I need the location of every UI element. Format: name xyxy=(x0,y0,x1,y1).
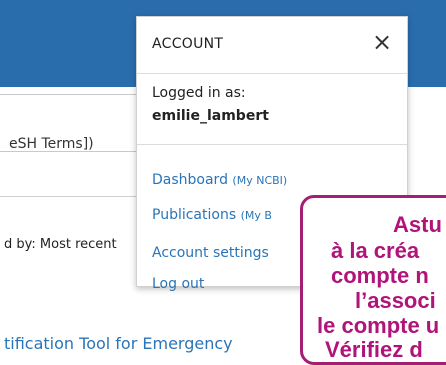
publications-link[interactable]: Publications (My B xyxy=(152,207,272,223)
log-out-link[interactable]: Log out xyxy=(152,276,204,292)
username: emilie_lambert xyxy=(152,108,269,124)
publications-link-suffix: (My B xyxy=(240,209,272,222)
section-divider xyxy=(0,196,140,197)
article-title-link[interactable]: tification Tool for Emergency xyxy=(4,334,233,353)
close-icon[interactable]: × xyxy=(371,27,393,57)
account-title: ACCOUNT xyxy=(152,36,224,52)
tip-callout: Astu à la créa compte n l’associ le comp… xyxy=(300,195,446,365)
tip-line-4: l’associ xyxy=(355,288,436,313)
sort-label[interactable]: d by: Most recent xyxy=(4,237,117,252)
tip-line-2: à la créa xyxy=(331,238,420,263)
dashboard-link-suffix: (My NCBI) xyxy=(232,174,288,187)
tip-line-5: le compte u xyxy=(317,313,440,338)
dashboard-link[interactable]: Dashboard (My NCBI) xyxy=(152,172,287,188)
account-panel-header: ACCOUNT × xyxy=(137,17,407,74)
publications-link-label: Publications xyxy=(152,207,237,223)
search-query-text: eSH Terms]) xyxy=(9,136,94,152)
account-settings-link[interactable]: Account settings xyxy=(152,245,269,261)
tip-line-6: Vérifiez d xyxy=(325,337,423,362)
logged-in-label: Logged in as: xyxy=(152,85,246,101)
tip-line-1: Astu xyxy=(393,212,442,237)
tip-line-3: compte n xyxy=(331,263,429,288)
dashboard-link-label: Dashboard xyxy=(152,172,228,188)
account-panel-divider xyxy=(137,144,407,145)
